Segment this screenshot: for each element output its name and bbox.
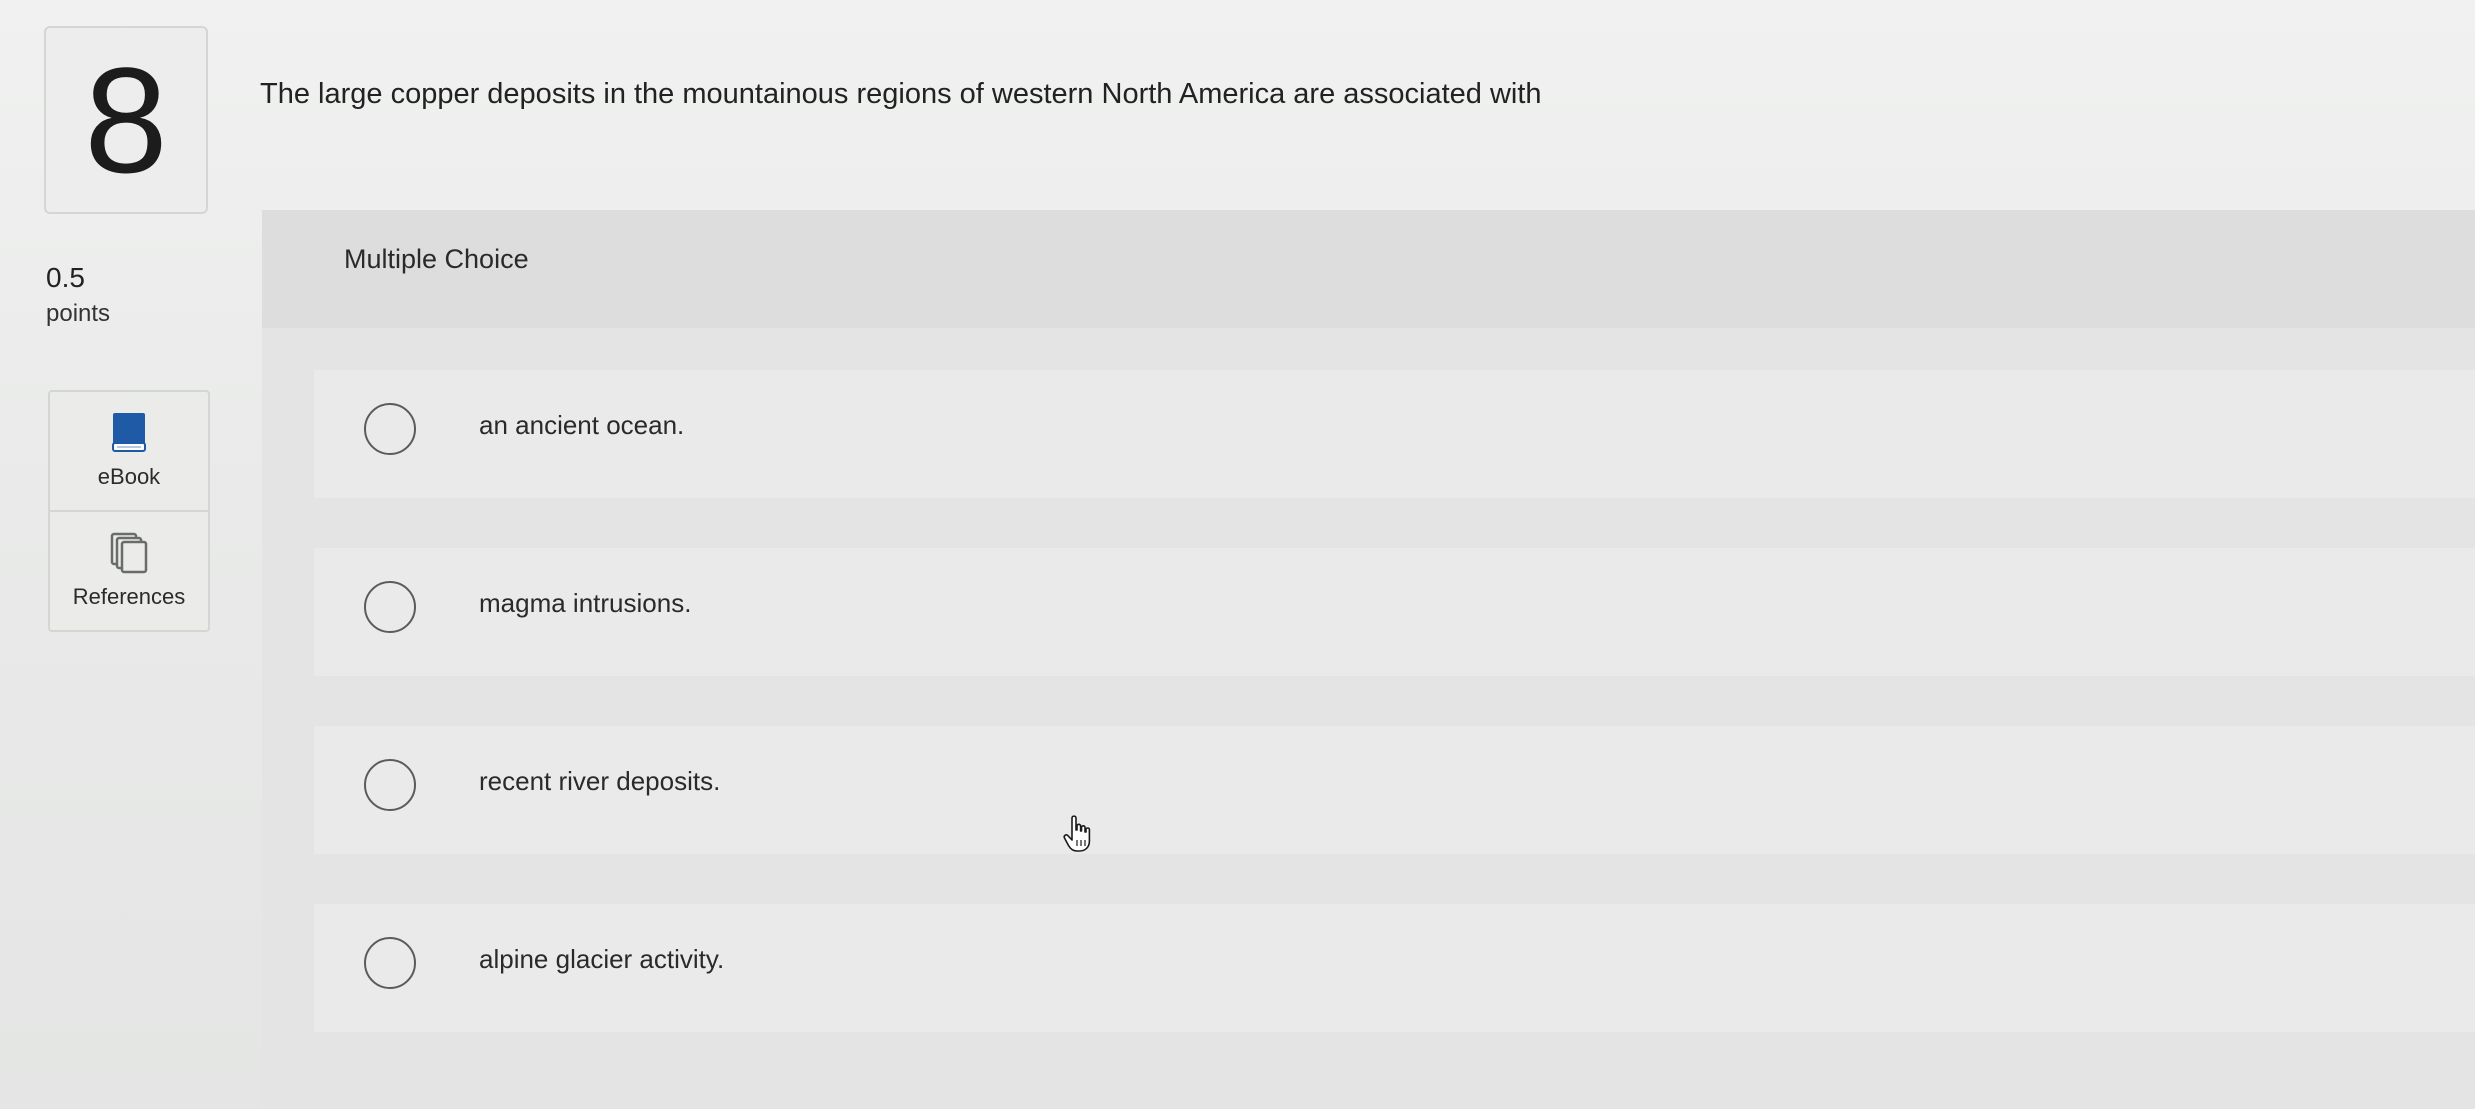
question-prompt: The large copper deposits in the mountai… <box>260 78 1542 110</box>
radio-button[interactable] <box>364 937 416 989</box>
answer-option[interactable]: alpine glacier activity. <box>314 904 2475 1032</box>
references-button[interactable]: References <box>50 510 208 630</box>
book-icon <box>112 413 146 452</box>
points-info: 0.5 points <box>46 262 110 328</box>
multiple-choice-panel: Multiple Choice an ancient ocean. magma … <box>262 210 2475 1109</box>
radio-button[interactable] <box>364 403 416 455</box>
ebook-label: eBook <box>97 464 161 489</box>
left-rail: 8 0.5 points eBook References <box>0 0 230 1109</box>
ebook-button[interactable]: eBook <box>50 392 208 510</box>
answer-option[interactable]: magma intrusions. <box>314 548 2475 676</box>
answer-option-text: alpine glacier activity. <box>479 944 725 974</box>
answer-option[interactable]: recent river deposits. <box>314 726 2475 854</box>
answer-option-text: magma intrusions. <box>479 588 692 618</box>
answer-option[interactable]: an ancient ocean. <box>314 370 2475 498</box>
answer-option-text: an ancient ocean. <box>479 410 685 440</box>
radio-button[interactable] <box>364 581 416 633</box>
points-label: points <box>46 300 111 327</box>
tools-panel: eBook References <box>48 390 210 632</box>
multiple-choice-header: Multiple Choice <box>262 210 2475 328</box>
references-icon <box>110 532 148 574</box>
radio-button[interactable] <box>364 759 416 811</box>
references-label: References <box>72 584 186 609</box>
question-number: 8 <box>84 36 168 204</box>
hand-pointer-icon <box>1063 815 1091 852</box>
multiple-choice-title: Multiple Choice <box>344 244 529 274</box>
question-number-box: 8 <box>44 26 208 214</box>
points-value: 0.5 <box>46 262 85 293</box>
answer-option-text: recent river deposits. <box>479 766 721 796</box>
